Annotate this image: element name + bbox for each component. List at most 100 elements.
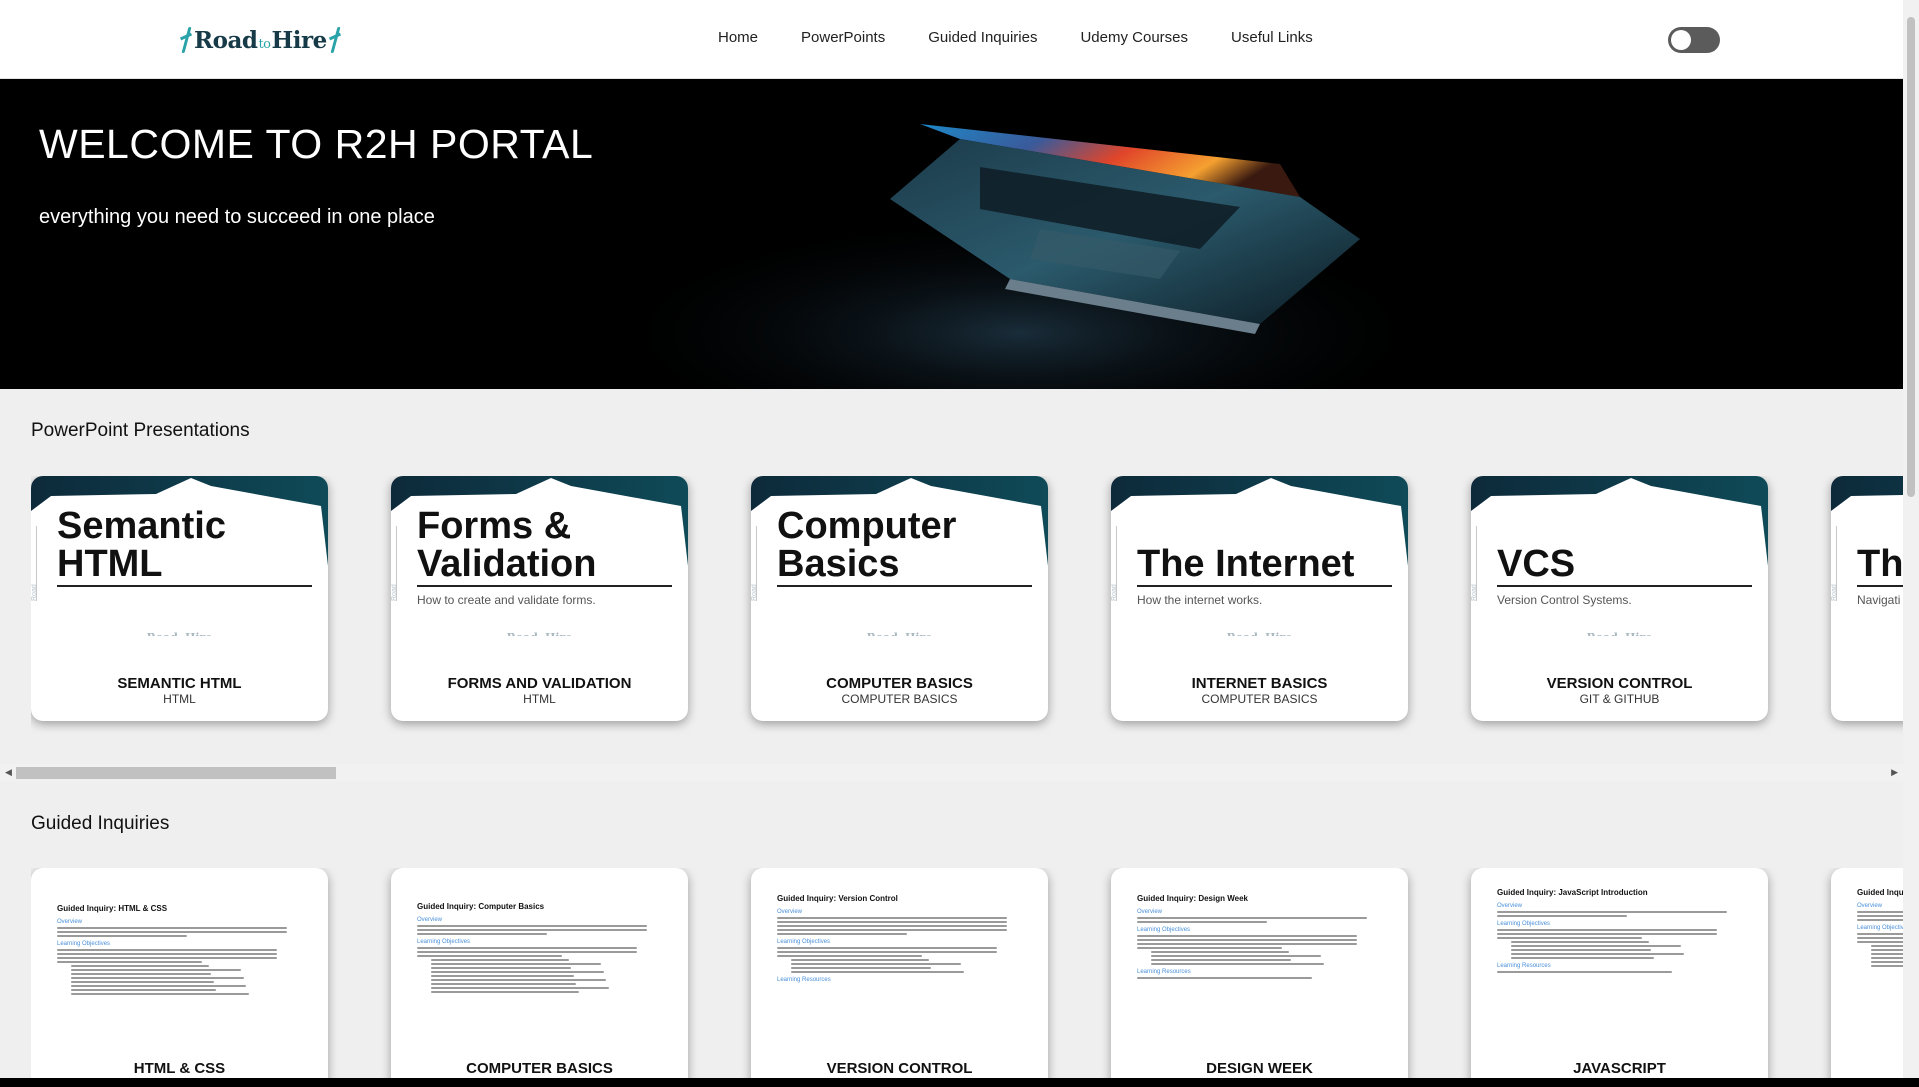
doc-overview-heading: Overview xyxy=(777,909,803,915)
doc-bullet-line xyxy=(71,973,211,975)
slide-logo-hire: Hire xyxy=(185,631,212,636)
slide-footer-logo: RoadtoHire xyxy=(391,631,688,636)
doc-text-line xyxy=(417,955,562,957)
doc-bullet-line xyxy=(791,971,964,973)
card-title: JAVASCRIPT xyxy=(1573,1060,1666,1077)
card-category: GIT & GITHUB xyxy=(1579,692,1660,706)
slide-logo-to: to xyxy=(1258,635,1265,636)
doc-bullet-line xyxy=(71,977,244,979)
slide-logo-road: Road xyxy=(867,631,898,636)
doc-objectives-heading: Learning Objectives xyxy=(1497,921,1551,927)
slide-subtitle: How to create and validate forms. xyxy=(417,593,596,607)
nav-link-guided-inquiries[interactable]: Guided Inquiries xyxy=(928,29,1037,46)
doc-bullet-line xyxy=(1871,965,1903,967)
doc-overview-heading: Overview xyxy=(1137,909,1163,915)
nav-link-powerpoints[interactable]: PowerPoints xyxy=(801,29,885,46)
slide-subtitle: How the internet works. xyxy=(1137,593,1263,607)
doc-bullet-line xyxy=(431,975,574,977)
powerpoints-heading: PowerPoint Presentations xyxy=(31,420,250,441)
slide-thumbnail: Road Forms & Validation How to create an… xyxy=(391,476,688,636)
logo-text-hire: Hire xyxy=(271,26,328,54)
slide-logo-road: Road xyxy=(147,631,178,636)
guided-inquiry-card[interactable]: Guided Inquiry: JavaScript Introduction O… xyxy=(1471,868,1768,1078)
guided-inquiry-card[interactable]: Guided Inquiry: HTML & CSS Overview Learni… xyxy=(31,868,328,1078)
doc-bullet-line xyxy=(431,967,571,969)
nav-link-useful-links[interactable]: Useful Links xyxy=(1231,29,1313,46)
slide-logo-road: Road xyxy=(507,631,538,636)
doc-text-line xyxy=(777,929,1007,931)
top-navbar: RoadtoHire Home PowerPoints Guided Inqui… xyxy=(0,0,1903,79)
nav-link-home[interactable]: Home xyxy=(718,29,758,46)
doc-text-line xyxy=(417,947,637,949)
doc-text-line xyxy=(777,947,997,949)
card-title: COMPUTER BASICS xyxy=(826,675,973,692)
doc-bullet-line xyxy=(431,959,569,961)
doc-objectives-heading: Learning Objectives xyxy=(777,939,831,945)
doc-text-line xyxy=(417,925,647,927)
slide-side-logo: Road xyxy=(1471,526,1484,601)
powerpoint-card[interactable]: Road The Internet How the internet works… xyxy=(1111,476,1408,721)
doc-bullet-line xyxy=(71,993,249,995)
doc-bullet-line xyxy=(71,985,246,987)
guided-inquiries-heading: Guided Inquiries xyxy=(31,813,170,834)
doc-bullet-line xyxy=(1871,949,1903,951)
doc-title: Guided Inquiry: JavaScript Introduction xyxy=(1497,888,1648,897)
doc-bullet-line xyxy=(1871,961,1903,963)
doc-text-line xyxy=(777,955,922,957)
powerpoint-card[interactable]: Road Computer Basics RoadtoHire COMPUTER… xyxy=(751,476,1048,721)
doc-objectives-heading: Learning Objectives xyxy=(417,939,471,945)
powerpoint-card[interactable]: Road VCS Version Control Systems. Roadto… xyxy=(1471,476,1768,721)
theme-toggle[interactable] xyxy=(1668,27,1720,53)
doc-overview-heading: Overview xyxy=(57,919,83,925)
card-title: DESIGN WEEK xyxy=(1206,1060,1313,1077)
slide-side-logo: Road xyxy=(1111,526,1124,601)
guided-inquiry-card[interactable]: Guided Inquiry Overview Learning Objective… xyxy=(1831,868,1903,1078)
card-title: SEMANTIC HTML xyxy=(117,675,242,692)
hero-banner: WELCOME TO R2H PORTAL everything you nee… xyxy=(0,79,1903,389)
slide-logo-to: to xyxy=(538,635,545,636)
card-category: HTML xyxy=(523,692,556,706)
nav-link-udemy-courses[interactable]: Udemy Courses xyxy=(1080,29,1188,46)
doc-bullet-line xyxy=(791,959,929,961)
powerpoint-card[interactable]: Road Forms & Validation How to create an… xyxy=(391,476,688,721)
doc-bullet-line xyxy=(71,989,216,991)
horizontal-scrollbar[interactable]: ◀ ▶ xyxy=(0,764,1903,781)
doc-text-line xyxy=(417,929,647,931)
scroll-right-arrow-icon[interactable]: ▶ xyxy=(1891,767,1898,778)
doc-bullet-line xyxy=(431,979,606,981)
doc-bullet-line xyxy=(431,983,576,985)
slide-side-logo: Road xyxy=(31,526,44,601)
slide-thumbnail: Road Semantic HTML RoadtoHire xyxy=(31,476,328,636)
doc-text-line xyxy=(1497,911,1727,913)
road-to-hire-logo[interactable]: RoadtoHire xyxy=(180,22,343,58)
guided-inquiry-card[interactable]: Guided Inquiry: Computer Basics Overview L… xyxy=(391,868,688,1078)
slide-subtitle: Navigati xyxy=(1857,593,1901,607)
slide-footer-logo: RoadtoHire xyxy=(1471,631,1768,636)
guided-inquiry-card[interactable]: Guided Inquiry: Design Week Overview Learn… xyxy=(1111,868,1408,1078)
powerpoint-card[interactable]: Road Semantic HTML RoadtoHire SEMANTIC H… xyxy=(31,476,328,721)
slide-footer-logo: RoadtoHire xyxy=(1831,631,1903,636)
doc-resources-heading: Learning Resources xyxy=(777,977,831,983)
card-title: HTML & CSS xyxy=(133,1060,226,1077)
guided-inquiry-card[interactable]: Guided Inquiry: Version Control Overview L… xyxy=(751,868,1048,1078)
doc-title: Guided Inquiry: HTML & CSS xyxy=(57,904,168,913)
scroll-left-arrow-icon[interactable]: ◀ xyxy=(5,767,12,778)
doc-bullet-line xyxy=(791,967,931,969)
scrollbar-thumb[interactable] xyxy=(16,767,336,779)
doc-text-line xyxy=(1137,947,1282,949)
doc-resources-heading: Learning Resources xyxy=(1137,969,1191,975)
slide-logo-to: to xyxy=(1618,635,1625,636)
powerpoint-card[interactable]: Road Th Navigati RoadtoHire xyxy=(1831,476,1903,721)
doc-objectives-heading: Learning Objectives xyxy=(57,941,111,947)
vertical-scrollbar[interactable] xyxy=(1903,0,1919,1078)
doc-text-line xyxy=(57,953,277,955)
card-title: VERSION CONTROL xyxy=(1546,675,1693,692)
doc-bullet-line xyxy=(1871,945,1903,947)
vertical-scrollbar-thumb[interactable] xyxy=(1907,17,1915,497)
slide-footer-logo: RoadtoHire xyxy=(31,631,328,636)
doc-text-line xyxy=(1137,939,1357,941)
doc-text-line xyxy=(57,949,277,951)
doc-bullet-line xyxy=(1151,955,1321,957)
slide-thumbnail: Road Th Navigati RoadtoHire xyxy=(1831,476,1903,636)
doc-bullet-line xyxy=(71,965,209,967)
